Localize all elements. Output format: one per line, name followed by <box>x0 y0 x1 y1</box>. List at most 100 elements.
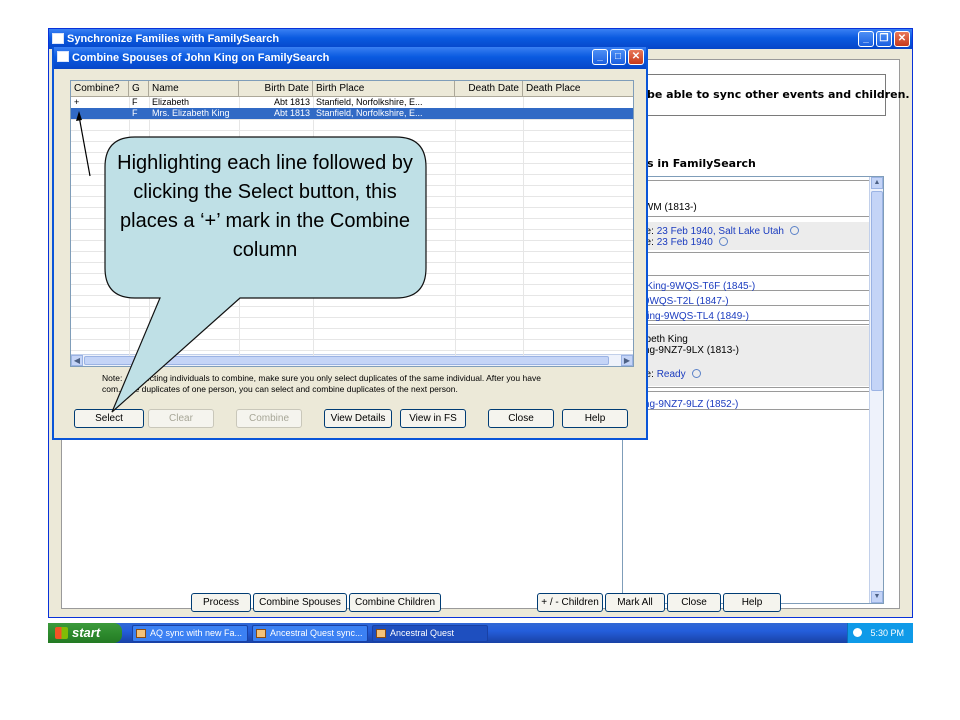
grid-row-divider <box>71 295 633 296</box>
magnifier-icon[interactable] <box>790 226 799 235</box>
taskbar: start AQ sync with new Fa... Ancestral Q… <box>48 623 913 643</box>
dialog-titlebar[interactable]: Combine Spouses of John King on FamilySe… <box>54 47 646 69</box>
list-item-link[interactable]: . King-9WQS-TL4 (1849-) <box>635 311 749 322</box>
dialog-title: Combine Spouses of John King on FamilySe… <box>72 52 330 64</box>
list-item-link[interactable]: King-9NZ7-9LZ (1852-) <box>635 399 738 410</box>
grid-cell-gender: F <box>132 108 138 118</box>
birth-date-header[interactable]: Birth Date <box>239 81 313 97</box>
network-icon[interactable] <box>853 628 862 637</box>
task-label: AQ sync with new Fa... <box>150 628 243 638</box>
list-item-link[interactable]: 23 Feb 1940 <box>657 237 713 248</box>
grid-scroll-thumb[interactable] <box>84 356 609 365</box>
grid-row-divider <box>71 306 633 307</box>
dialog-minimize-icon[interactable]: _ <box>592 49 608 65</box>
grid-row-divider <box>71 130 633 131</box>
scroll-thumb[interactable] <box>871 191 883 391</box>
grid-cell-combine: + <box>74 97 80 107</box>
list-item-link[interactable]: Ready <box>657 369 686 380</box>
grid-row[interactable]: F Mrs. Elizabeth King Abt 1813 Stanfield, N… <box>71 108 633 119</box>
view-in-fs-button[interactable]: View in FS <box>400 409 466 428</box>
list-item: -9WM (1813-) <box>623 202 869 213</box>
outer-titlebar[interactable]: Synchronize Families with FamilySearch _… <box>49 29 912 49</box>
clock: 5:30 PM <box>870 628 904 638</box>
list-item-link[interactable]: 23 Feb 1940, Salt Lake Utah <box>657 226 784 237</box>
gender-header[interactable]: G <box>129 81 149 97</box>
taskbar-item-ancestral-quest[interactable]: Ancestral Quest <box>372 625 488 642</box>
outer-help-button[interactable]: Help <box>723 593 781 612</box>
list-item[interactable]: V. King-9WQS-T6F (1845-) <box>623 281 869 292</box>
death-place-header[interactable]: Death Place <box>523 81 633 97</box>
magnifier-icon[interactable] <box>691 369 701 378</box>
list-item[interactable]: use: Ready <box>623 369 869 380</box>
list-separator <box>623 275 869 276</box>
grid-cell-birth-date: Abt 1813 <box>273 97 310 107</box>
grid-row-divider <box>71 317 633 318</box>
document-icon <box>136 629 146 638</box>
grid-row-divider <box>71 328 633 329</box>
close-icon[interactable]: ✕ <box>894 31 910 47</box>
magnifier-icon[interactable] <box>718 237 728 246</box>
outer-vertical-scrollbar[interactable]: ▲ ▼ <box>869 177 883 603</box>
banner-text: be able to sync other events and childre… <box>647 88 910 101</box>
grid-cell-combine <box>71 108 129 119</box>
mark-all-button[interactable]: Mark All <box>605 593 665 612</box>
view-details-button[interactable]: View Details <box>324 409 392 428</box>
window-icon <box>52 33 64 44</box>
death-date-header[interactable]: Death Date <box>455 81 523 97</box>
grid-header: Combine? G Name Birth Date Birth Place Death … <box>71 81 633 97</box>
scroll-left-icon[interactable]: ◀ <box>71 355 83 366</box>
list-item[interactable]: use: 23 Feb 1940 <box>623 237 869 248</box>
plus-minus-children-button[interactable]: + / - Children <box>537 593 603 612</box>
task-label: Ancestral Quest <box>390 628 455 638</box>
list-item[interactable]: . King-9WQS-TL4 (1849-) <box>623 311 869 322</box>
list-separator <box>623 391 869 392</box>
grid-row[interactable]: + F Elizabeth Abt 1813 Stanfield, Norfolkshi… <box>71 97 633 108</box>
combine-button[interactable]: Combine <box>236 409 302 428</box>
taskbar-item-aq-sync[interactable]: AQ sync with new Fa... <box>132 625 248 642</box>
scroll-right-icon[interactable]: ▶ <box>621 355 633 366</box>
combine-header[interactable]: Combine? <box>71 81 129 97</box>
select-button[interactable]: Select <box>74 409 144 428</box>
list-item[interactable]: King-9NZ7-9LZ (1852-) <box>623 399 869 410</box>
grid-cell-birth-date: Abt 1813 <box>273 108 310 118</box>
restore-icon[interactable]: ❐ <box>876 31 892 47</box>
outer-close-button[interactable]: Close <box>667 593 721 612</box>
combine-children-button[interactable]: Combine Children <box>349 593 441 612</box>
grid-cell-death-place <box>523 108 633 119</box>
list-item-text: King-9NZ7-9LX (1813-) <box>635 345 739 356</box>
dialog-help-button[interactable]: Help <box>562 409 628 428</box>
grid-cell-name: Elizabeth <box>152 97 190 107</box>
document-icon <box>256 629 266 638</box>
grid-cell-name: Mrs. Elizabeth King <box>152 108 230 118</box>
list-item[interactable]: g-9WQS-T2L (1847-) <box>623 296 869 307</box>
grid-cell-birth-place: Stanfield, Norfolkshire, E... <box>316 108 423 118</box>
dialog-close-icon[interactable]: ✕ <box>628 49 644 65</box>
list-separator <box>623 324 869 325</box>
scroll-down-icon[interactable]: ▼ <box>871 591 883 603</box>
note-line-2: com... the duplicates of one person, you… <box>102 384 458 394</box>
outer-window-title: Synchronize Families with FamilySearch <box>67 33 280 45</box>
clear-button[interactable]: Clear <box>148 409 214 428</box>
grid-cell-death-date <box>455 108 523 119</box>
taskbar-item-ancestral-quest-sync[interactable]: Ancestral Quest sync... <box>252 625 368 642</box>
grid-horizontal-scrollbar[interactable]: ◀ ▶ <box>71 354 633 366</box>
scroll-up-icon[interactable]: ▲ <box>871 177 883 189</box>
minimize-icon[interactable]: _ <box>858 31 874 47</box>
grid-row-divider <box>71 350 633 351</box>
start-button[interactable]: start <box>48 623 122 643</box>
process-button[interactable]: Process <box>191 593 251 612</box>
combine-spouses-button[interactable]: Combine Spouses <box>253 593 347 612</box>
list-item[interactable]: use: 23 Feb 1940, Salt Lake Utah <box>623 226 869 237</box>
dialog-close-button[interactable]: Close <box>488 409 554 428</box>
familysearch-list[interactable]: ▲ ▼ th-9WM (1813-) use: 23 Feb 1940, Salt… <box>622 176 884 604</box>
grid-row-divider <box>71 141 633 142</box>
list-item-link[interactable]: g-9WQS-T2L (1847-) <box>635 296 729 307</box>
list-item-link[interactable]: V. King-9WQS-T6F (1845-) <box>635 281 755 292</box>
name-header[interactable]: Name <box>149 81 239 97</box>
windows-flag-icon <box>55 627 68 639</box>
grid-row-divider <box>71 119 633 120</box>
dialog-maximize-icon[interactable]: □ <box>610 49 626 65</box>
list-separator <box>623 252 869 253</box>
list-separator <box>623 216 869 217</box>
birth-place-header[interactable]: Birth Place <box>313 81 455 97</box>
